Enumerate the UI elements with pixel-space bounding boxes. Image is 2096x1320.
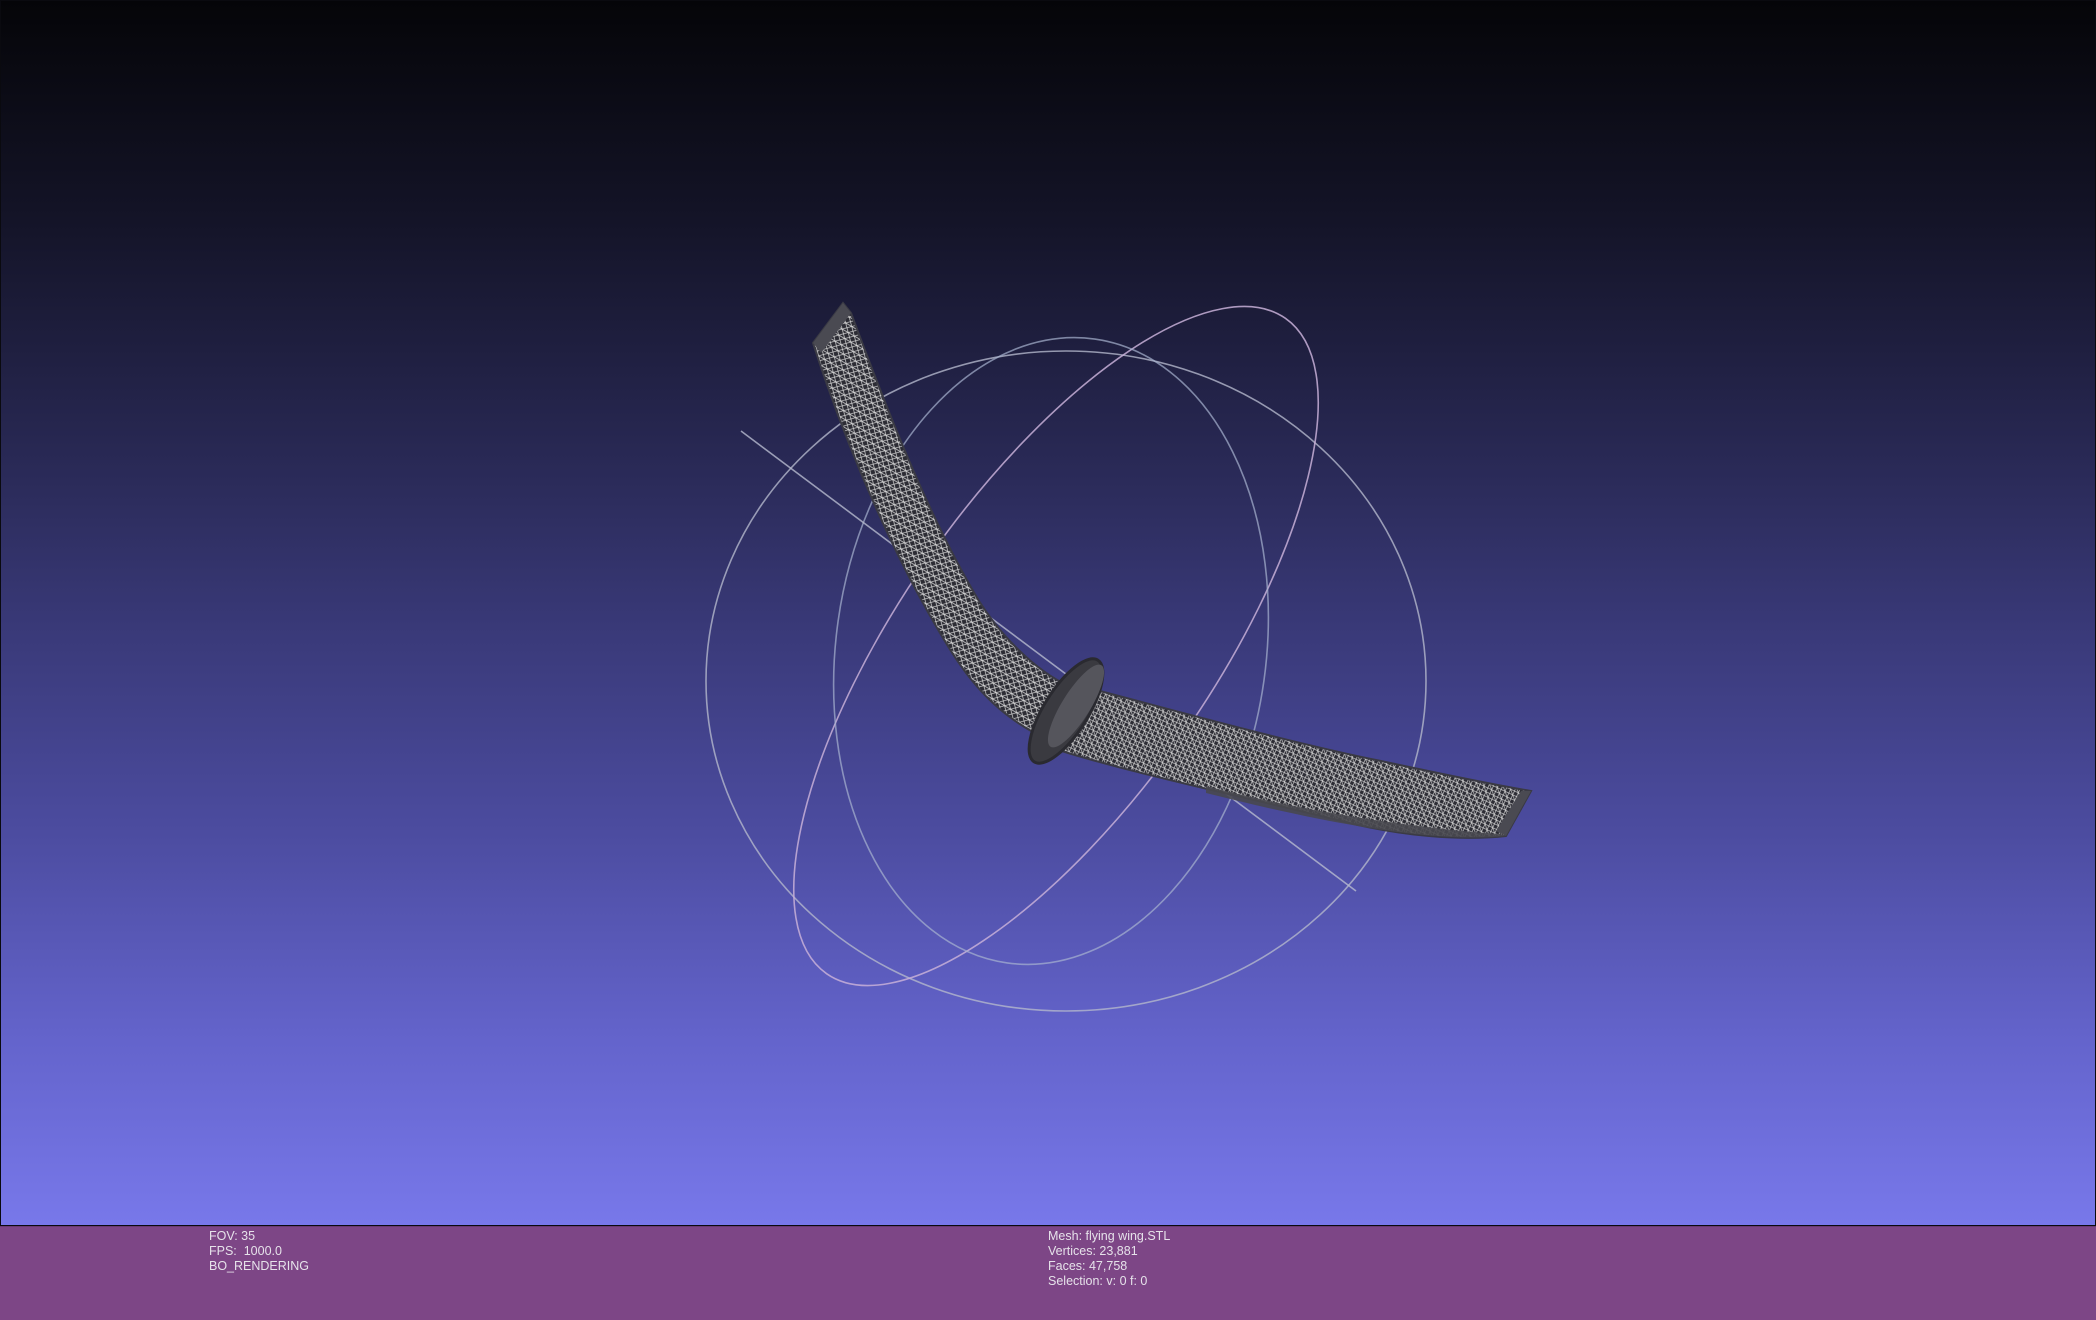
render-info: FOV: 35 FPS: 1000.0 BO_RENDERING	[209, 1229, 309, 1274]
flying-wing-mesh[interactable]	[811, 301, 1533, 839]
3d-viewport[interactable]	[0, 0, 2096, 1226]
mesh-info: Mesh: flying wing.STL Vertices: 23,881 F…	[1048, 1229, 1170, 1289]
fov-label: FOV: 35	[209, 1229, 256, 1243]
meshlab-window: FOV: 35 FPS: 1000.0 BO_RENDERING Mesh: f…	[0, 0, 2096, 1320]
left-wing	[811, 301, 1083, 743]
trackball-axis	[740, 430, 1357, 892]
scene-canvas[interactable]	[1, 1, 2096, 1226]
fps-label: FPS: 1000.0	[209, 1244, 282, 1258]
status-info-bar: FOV: 35 FPS: 1000.0 BO_RENDERING Mesh: f…	[0, 1226, 2096, 1320]
trackball-ring-tilted	[792, 305, 1320, 987]
right-wing	[1044, 679, 1533, 839]
render-mode-label: BO_RENDERING	[209, 1259, 310, 1273]
vertices-count-label: Vertices: 23,881	[1048, 1244, 1138, 1258]
faces-count-label: Faces: 47,758	[1048, 1259, 1128, 1273]
mesh-name-label: Mesh: flying wing.STL	[1048, 1229, 1171, 1243]
selection-label: Selection: v: 0 f: 0	[1048, 1274, 1148, 1288]
trackball-gizmo[interactable]	[700, 229, 1427, 1062]
